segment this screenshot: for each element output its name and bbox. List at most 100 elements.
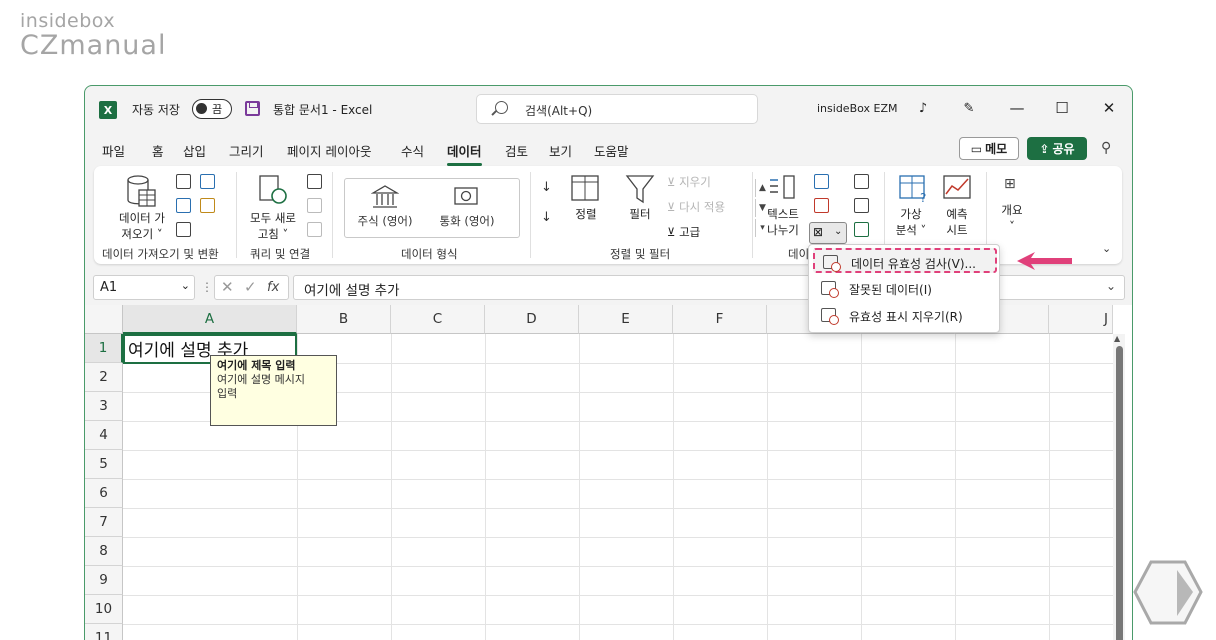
stocks-button[interactable]: 주식 (영어) bbox=[345, 179, 425, 237]
scrollbar-thumb[interactable] bbox=[1116, 346, 1123, 640]
forecast-sheet-button[interactable]: 예측 시트 bbox=[935, 206, 979, 238]
from-text-icon[interactable] bbox=[176, 174, 191, 189]
row-header-4[interactable]: 4 bbox=[85, 421, 123, 450]
row-header-1[interactable]: 1 bbox=[85, 334, 123, 363]
data-validation-split-button[interactable]: ⊠ ⌄ bbox=[809, 222, 847, 244]
menu-item-data-validation[interactable]: 데이터 유효성 검사(V)... bbox=[813, 248, 997, 273]
queries-connections-icon[interactable] bbox=[307, 174, 322, 189]
row-header-9[interactable]: 9 bbox=[85, 566, 123, 595]
scroll-up-arrow[interactable]: ▲ bbox=[1114, 334, 1120, 343]
tab-help[interactable]: 도움말 bbox=[594, 141, 629, 160]
data-model-icon[interactable] bbox=[854, 222, 869, 237]
tab-view[interactable]: 보기 bbox=[549, 141, 572, 160]
group-queries: 쿼리 및 연결 bbox=[250, 247, 311, 261]
row-header-2[interactable]: 2 bbox=[85, 363, 123, 392]
recent-sources-icon[interactable] bbox=[200, 174, 215, 189]
tab-formulas[interactable]: 수식 bbox=[401, 141, 424, 160]
autosave-state: 끔 bbox=[212, 103, 223, 116]
relationships-icon[interactable] bbox=[854, 198, 869, 213]
maximize-button[interactable]: ☐ bbox=[1050, 96, 1074, 120]
minimize-button[interactable]: — bbox=[1005, 96, 1029, 120]
collapse-ribbon-icon[interactable]: ⌄ bbox=[1102, 242, 1111, 255]
chevron-down-icon: ⌄ bbox=[180, 279, 190, 292]
row-header-11[interactable]: 11 bbox=[85, 624, 123, 640]
text-to-columns-button[interactable]: 텍스트 나누기 bbox=[760, 206, 806, 238]
column-header-j[interactable]: J bbox=[1049, 305, 1113, 334]
row-header-7[interactable]: 7 bbox=[85, 508, 123, 537]
column-header-c[interactable]: C bbox=[391, 305, 485, 334]
memo-button[interactable]: ▭ 메모 bbox=[959, 137, 1019, 160]
name-box[interactable]: A1 ⌄ bbox=[93, 275, 195, 300]
name-box-value: A1 bbox=[100, 280, 118, 295]
separator bbox=[332, 172, 333, 258]
column-header-b[interactable]: B bbox=[297, 305, 391, 334]
from-web-icon[interactable] bbox=[176, 198, 191, 213]
currency-button[interactable]: 통화 (영어) bbox=[427, 179, 507, 237]
sort-desc-icon[interactable]: ↓ bbox=[541, 210, 552, 225]
tab-file[interactable]: 파일 bbox=[102, 141, 125, 160]
outline-button[interactable]: 개요 ˅ bbox=[996, 202, 1028, 234]
clear-circles-icon bbox=[821, 308, 839, 325]
vertical-scrollbar[interactable]: ▲ bbox=[1113, 334, 1125, 640]
gridline bbox=[123, 537, 1113, 538]
filter-button[interactable]: 필터 bbox=[620, 206, 660, 222]
tab-draw[interactable]: 그리기 bbox=[229, 141, 264, 160]
row-header-6[interactable]: 6 bbox=[85, 479, 123, 508]
formula-input[interactable]: 여기에 설명 추가 ⌄ bbox=[293, 275, 1125, 300]
menu-item-circle-invalid[interactable]: 잘못된 데이터(I) bbox=[813, 276, 997, 301]
tab-insert[interactable]: 삽입 bbox=[183, 141, 206, 160]
existing-connections-icon[interactable] bbox=[200, 198, 215, 213]
remove-duplicates-icon[interactable] bbox=[814, 198, 829, 213]
get-data-button[interactable]: 데이터 가 져오기 ˅ bbox=[112, 210, 172, 242]
from-table-icon[interactable] bbox=[176, 222, 191, 237]
tab-review[interactable]: 검토 bbox=[505, 141, 528, 160]
sort-asc-icon[interactable]: ↓ bbox=[541, 180, 552, 195]
share-button[interactable]: ⇪ 공유 bbox=[1027, 137, 1087, 160]
sort-button[interactable]: 정렬 bbox=[566, 206, 606, 222]
row-header-5[interactable]: 5 bbox=[85, 450, 123, 479]
column-header-e[interactable]: E bbox=[579, 305, 673, 334]
column-header-d[interactable]: D bbox=[485, 305, 579, 334]
row-header-8[interactable]: 8 bbox=[85, 537, 123, 566]
outline-chevron: ˅ bbox=[1009, 219, 1015, 233]
consolidate-icon[interactable] bbox=[854, 174, 869, 189]
menu-item-clear-circles[interactable]: 유효성 표시 지우기(R) bbox=[813, 303, 997, 328]
tab-page-layout[interactable]: 페이지 레이아웃 bbox=[287, 141, 371, 160]
save-icon[interactable] bbox=[245, 101, 260, 116]
close-button[interactable]: ✕ bbox=[1097, 96, 1121, 120]
search-box[interactable]: 검색(Alt+Q) bbox=[476, 94, 758, 124]
reapply-label: 다시 적용 bbox=[679, 200, 726, 214]
advanced-filter-button[interactable]: ⊻ 고급 bbox=[667, 224, 700, 240]
refresh-all-button[interactable]: 모두 새로 고침 ˅ bbox=[244, 210, 302, 242]
select-all-corner[interactable] bbox=[85, 305, 123, 334]
circle-invalid-icon bbox=[821, 281, 839, 298]
edit-links-icon bbox=[307, 222, 322, 237]
expand-formula-icon[interactable]: ⌄ bbox=[1106, 279, 1116, 293]
text-to-columns-icon bbox=[770, 175, 795, 199]
advanced-filter-icon: ⊻ bbox=[667, 225, 676, 239]
row-header-10[interactable]: 10 bbox=[85, 595, 123, 624]
coauthoring-icon[interactable]: ⚲ bbox=[1101, 140, 1119, 158]
what-if-line1: 가상 bbox=[900, 207, 922, 221]
row-header-3[interactable]: 3 bbox=[85, 392, 123, 421]
tab-data[interactable]: 데이터 bbox=[447, 141, 482, 166]
currency-icon bbox=[454, 187, 478, 205]
forecast-line1: 예측 bbox=[946, 207, 968, 221]
spreadsheet-grid[interactable]: A B C D E F J 1 2 3 4 5 6 7 8 9 10 11 여기… bbox=[85, 305, 1132, 640]
cancel-icon[interactable]: ✕ bbox=[221, 278, 234, 296]
autosave-label: 자동 저장 bbox=[132, 103, 180, 117]
user-name[interactable]: insideBox EZM bbox=[817, 102, 898, 115]
flash-fill-icon[interactable] bbox=[814, 174, 829, 189]
column-header-a[interactable]: A bbox=[123, 305, 297, 334]
tab-home[interactable]: 홈 bbox=[152, 141, 164, 160]
chevron-down-icon: ⌄ bbox=[834, 226, 843, 237]
insert-function-icon[interactable]: fx bbox=[267, 280, 279, 295]
pen-icon[interactable]: ✎ bbox=[957, 96, 981, 120]
column-header-f[interactable]: F bbox=[673, 305, 767, 334]
enter-icon[interactable]: ✓ bbox=[244, 278, 257, 296]
autosave-toggle[interactable]: 끔 bbox=[192, 99, 232, 119]
reapply-icon: ⊻ bbox=[667, 200, 676, 214]
microphone-icon[interactable]: ♪ bbox=[911, 96, 935, 120]
gallery-up-arrow[interactable]: ▲ bbox=[755, 179, 769, 197]
what-if-button[interactable]: 가상 분석 ˅ bbox=[891, 206, 931, 238]
